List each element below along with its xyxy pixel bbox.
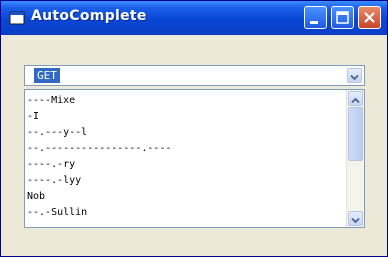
close-icon [364,12,375,23]
chevron-up-icon [351,97,360,104]
window-title: AutoComplete [31,8,147,24]
autocomplete-window: AutoComplete GET ----Mixe -I --.---y--l … [0,0,388,257]
list-item[interactable]: Nob [27,190,45,204]
chevron-down-icon [350,74,359,81]
list-item[interactable]: -I [27,110,39,124]
autocomplete-combobox[interactable]: GET [24,65,365,86]
combo-input-text[interactable]: GET [34,68,60,83]
title-bar[interactable]: AutoComplete [1,1,387,35]
minimize-icon [310,21,318,24]
list-item[interactable]: --.----------------.---- [27,142,172,156]
list-item[interactable]: --.-Sullin [27,206,87,220]
list-item[interactable]: --.---y--l [27,126,87,140]
close-button[interactable] [358,6,381,29]
maximize-icon [336,11,349,24]
combo-dropdown-button[interactable] [347,68,362,83]
minimize-button[interactable] [304,6,327,29]
suggestion-list[interactable]: ----Mixe -I --.---y--l --.--------------… [24,89,365,228]
scroll-down-button[interactable] [348,211,363,226]
scroll-thumb[interactable] [348,107,363,161]
chevron-down-icon [351,217,360,224]
vertical-scrollbar[interactable] [346,90,364,227]
app-window-icon [9,10,25,26]
list-item[interactable]: ----.-lyy [27,174,81,188]
maximize-button[interactable] [331,6,354,29]
list-item[interactable]: ----Mixe [27,94,75,108]
list-item[interactable]: ----.-ry [27,158,75,172]
scroll-up-button[interactable] [348,91,363,106]
